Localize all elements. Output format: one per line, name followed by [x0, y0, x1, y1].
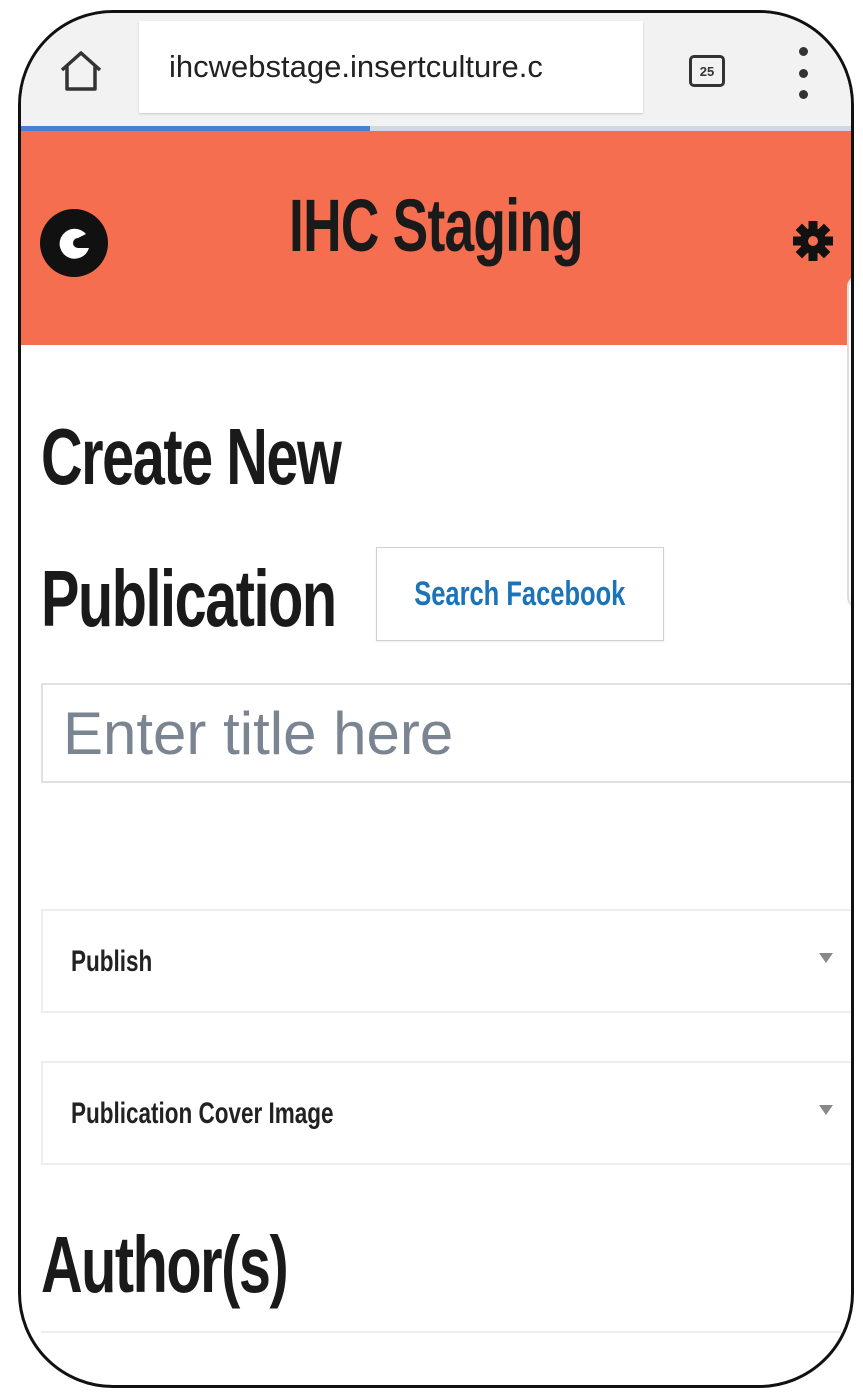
tab-switcher-button[interactable]: 25 [689, 55, 725, 87]
page-title-line2: Publication [41, 554, 337, 643]
browser-toolbar: ihcwebstage.insertculture.c 25 [21, 13, 851, 131]
chevron-down-icon[interactable] [819, 1105, 833, 1115]
tab-count: 25 [699, 63, 715, 79]
authors-heading: Author(s) [41, 1220, 289, 1309]
side-drawer-edge[interactable] [847, 275, 851, 609]
address-bar[interactable]: ihcwebstage.insertculture.c [139, 21, 643, 113]
page-title-line1: Create New [41, 412, 342, 501]
overflow-menu-icon[interactable] [793, 47, 813, 99]
chevron-down-icon[interactable] [819, 953, 833, 963]
home-icon [60, 51, 102, 91]
title-input[interactable] [41, 683, 851, 783]
cover-image-panel-label: Publication Cover Image [71, 1097, 334, 1130]
divider [41, 1331, 851, 1333]
cover-image-panel[interactable]: Publication Cover Image [41, 1061, 851, 1165]
phone-screen: ihcwebstage.insertculture.c 25 IHC Stagi… [18, 10, 854, 1388]
search-facebook-button[interactable]: Search Facebook [376, 547, 664, 641]
brand-logo-icon[interactable] [38, 207, 110, 279]
home-button[interactable] [53, 43, 109, 99]
app-header: IHC Staging [21, 131, 851, 345]
search-facebook-label: Search Facebook [414, 574, 626, 613]
publish-panel-label: Publish [71, 945, 153, 978]
app-title: IHC Staging [288, 184, 584, 267]
url-text: ihcwebstage.insertculture.c [169, 49, 543, 84]
publish-panel[interactable]: Publish [41, 909, 851, 1013]
gear-icon[interactable] [791, 219, 835, 263]
